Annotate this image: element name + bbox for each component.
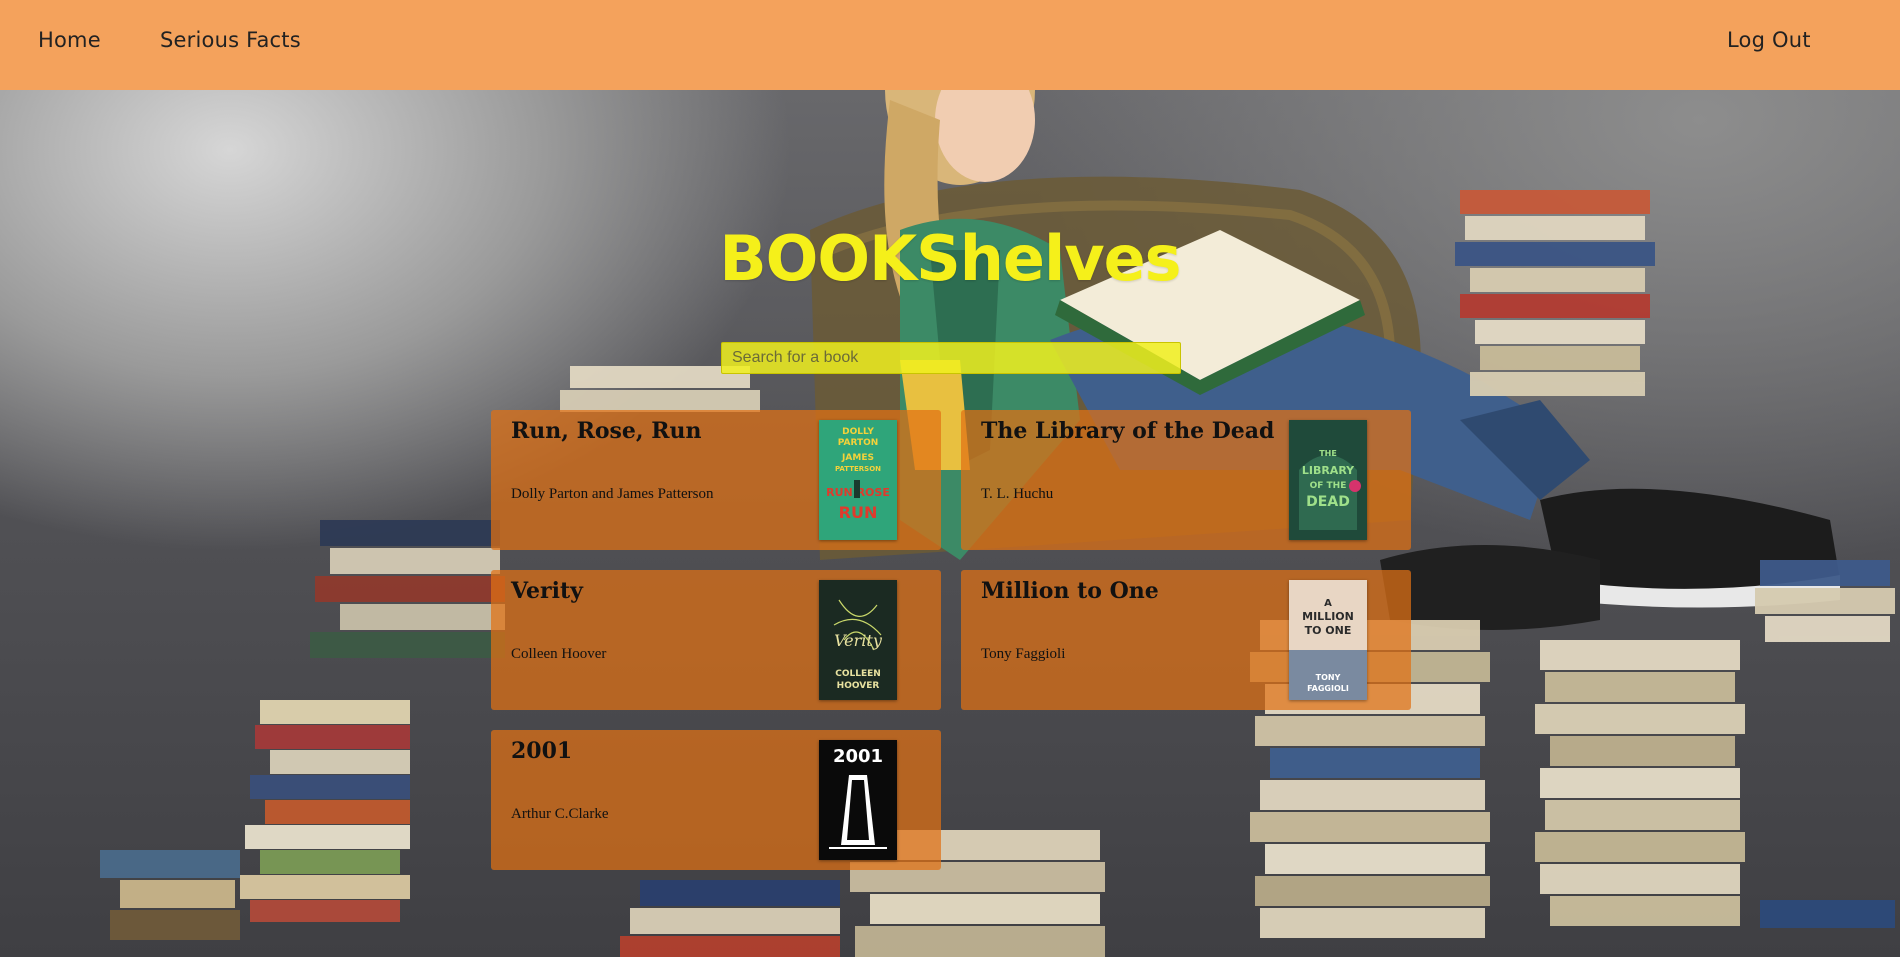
book-author: T. L. Huchu [981,486,1054,502]
nav-logout-link[interactable]: Log Out [1727,28,1811,52]
book-card-library-of-the-dead[interactable]: The Library of the Dead T. L. Huchu THE … [961,410,1411,550]
book-cover-image: THE LIBRARY OF THE DEAD [1289,420,1367,540]
book-title: Million to One [981,578,1159,604]
book-cover-image: Verity COLLEEN HOOVER [819,580,897,700]
book-card-million-to-one[interactable]: Million to One Tony Faggioli A MILLION T… [961,570,1411,710]
svg-text:RUN: RUN [839,503,878,522]
svg-text:HOOVER: HOOVER [837,681,880,691]
book-title: 2001 [511,738,573,764]
svg-text:PATTERSON: PATTERSON [835,465,881,473]
svg-text:DEAD: DEAD [1306,494,1350,510]
book-title: Verity [511,578,583,604]
book-card-2001[interactable]: 2001 Arthur C.Clarke 2001 [491,730,941,870]
top-navbar: Home Serious Facts Log Out [0,0,1900,90]
book-card-verity[interactable]: Verity Colleen Hoover Verity COLLEEN HOO… [491,570,941,710]
book-cover-image: A MILLION TO ONE TONY FAGGIOLI [1289,580,1367,700]
svg-text:JAMES: JAMES [841,453,874,463]
background-image [0,0,1900,957]
book-cover-image: 2001 [819,740,897,860]
app-title: BOOKShelves [719,222,1181,295]
svg-text:THE: THE [1319,449,1337,458]
svg-text:TONY: TONY [1316,673,1341,682]
svg-text:2001: 2001 [833,746,883,767]
svg-text:MILLION: MILLION [1302,610,1354,623]
book-title: The Library of the Dead [981,418,1275,444]
svg-text:Verity: Verity [834,631,883,650]
svg-text:OF THE: OF THE [1310,481,1347,491]
book-author: Colleen Hoover [511,646,607,662]
book-title: Run, Rose, Run [511,418,702,444]
nav-serious-facts-link[interactable]: Serious Facts [160,28,301,52]
svg-text:LIBRARY: LIBRARY [1302,464,1355,477]
book-author: Tony Faggioli [981,646,1066,662]
book-cover-image: DOLLY PARTON JAMES PATTERSON RUN ROSE RU… [819,420,897,540]
svg-text:A: A [1324,598,1332,609]
svg-text:FAGGIOLI: FAGGIOLI [1307,684,1349,693]
reading-girl-illustration [100,0,1895,957]
svg-text:COLLEEN: COLLEEN [835,669,881,679]
book-author: Dolly Parton and James Patterson [511,486,714,502]
search-input[interactable] [721,342,1181,374]
book-card-run-rose-run[interactable]: Run, Rose, Run Dolly Parton and James Pa… [491,410,941,550]
book-author: Arthur C.Clarke [511,806,609,822]
svg-text:TO ONE: TO ONE [1305,624,1352,637]
nav-home-link[interactable]: Home [38,28,101,52]
svg-text:DOLLY: DOLLY [842,427,874,437]
svg-text:PARTON: PARTON [838,438,879,448]
